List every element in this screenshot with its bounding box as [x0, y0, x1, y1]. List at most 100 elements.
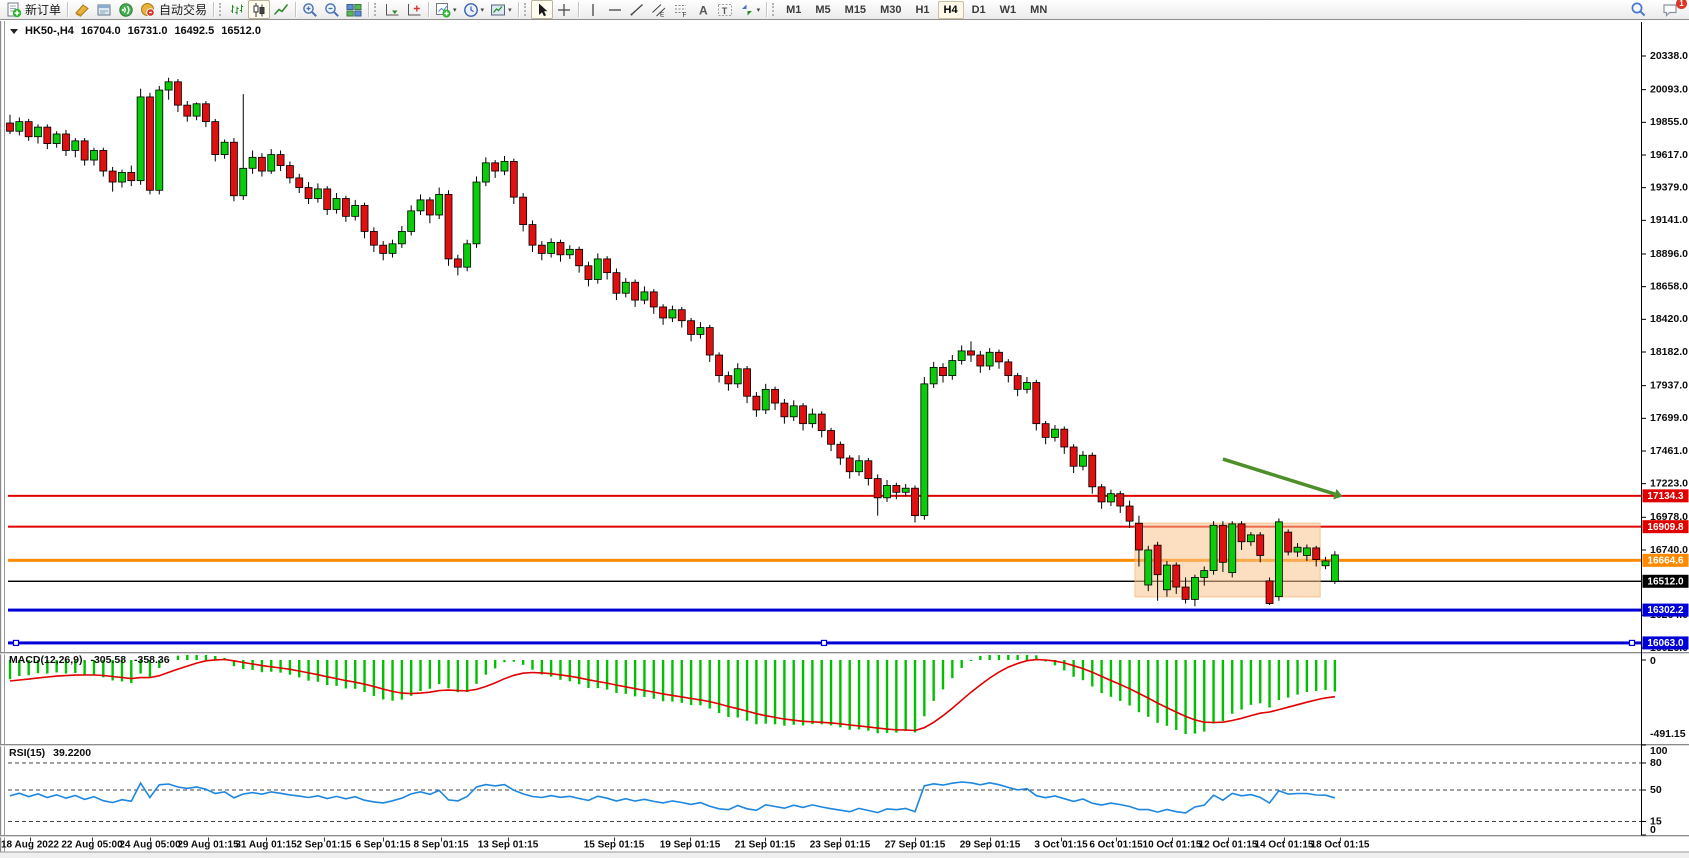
rsi-time-splitter[interactable] — [0, 835, 1689, 836]
timeframe-m15-button[interactable]: M15 — [839, 1, 872, 19]
autotrading-icon — [140, 2, 156, 18]
horizontal-line-button[interactable] — [604, 0, 626, 19]
toolbar-grip[interactable] — [219, 3, 223, 16]
chevron-down-icon[interactable]: ▾ — [453, 6, 457, 14]
fibonacci-button[interactable]: F — [670, 0, 692, 19]
collapse-icon[interactable] — [10, 29, 18, 34]
price-label-17134.3: 17134.3 — [1647, 491, 1684, 502]
horizontal-line-17134.3[interactable] — [8, 495, 1641, 497]
macd-histogram-bar — [1184, 660, 1186, 734]
timeframe-m5-button[interactable]: M5 — [809, 1, 836, 19]
tile-windows-button[interactable] — [343, 0, 365, 19]
toolbar-grip[interactable] — [374, 3, 378, 16]
consolidation-rectangle[interactable] — [1135, 523, 1320, 597]
timeframe-m1-button[interactable]: M1 — [780, 1, 807, 19]
candle — [650, 292, 657, 307]
autotrading-button[interactable]: 自动交易 — [137, 0, 210, 19]
macd-histogram-bar — [1175, 660, 1177, 730]
market-watch-button[interactable] — [71, 0, 93, 19]
chevron-down-icon[interactable]: ▾ — [757, 6, 761, 14]
macd-histogram-bar — [821, 660, 823, 724]
macd-histogram-bar — [597, 660, 599, 688]
timeframe-h1-button[interactable]: H1 — [909, 1, 935, 19]
line-handle[interactable] — [14, 640, 19, 645]
macd-histogram-bar — [438, 660, 440, 684]
macd-histogram-bar — [578, 660, 580, 684]
periods-button[interactable]: ▾ — [460, 0, 488, 19]
horizontal-line-16664.6[interactable] — [8, 559, 1641, 562]
time-label: 22 Aug 05:00 — [61, 840, 123, 851]
crosshair-button[interactable] — [553, 0, 575, 19]
timeframe-w1-button[interactable]: W1 — [994, 1, 1023, 19]
time-label: 8 Sep 01:15 — [413, 840, 468, 851]
price-tick — [1641, 286, 1646, 287]
cursor-button[interactable] — [531, 0, 553, 19]
candle — [184, 105, 191, 116]
timeframe-m30-button[interactable]: M30 — [874, 1, 907, 19]
bar-chart-button[interactable] — [226, 0, 248, 19]
vertical-line-button[interactable] — [582, 0, 604, 19]
candle — [408, 211, 415, 232]
new-order-button[interactable]: 新订单 — [3, 0, 64, 19]
timeframe-d1-button[interactable]: D1 — [966, 1, 992, 19]
macd-histogram-bar — [765, 660, 767, 724]
timeframe-h4-button[interactable]: H4 — [938, 1, 964, 19]
equidistant-channel-button[interactable]: E — [648, 0, 670, 19]
trend-arrow[interactable] — [1223, 459, 1335, 494]
toolbar-grip[interactable] — [524, 3, 528, 16]
zoom-in-button[interactable] — [299, 0, 321, 19]
horizontal-line-16302.2[interactable] — [8, 609, 1641, 612]
macd-histogram-bar — [569, 660, 571, 681]
candle — [893, 485, 900, 492]
macd-histogram-bar — [373, 660, 375, 696]
macd-histogram-bar — [793, 660, 795, 725]
candle — [1023, 382, 1030, 389]
candle — [1247, 535, 1254, 542]
candlestick-chart-button[interactable] — [248, 0, 270, 19]
main-macd-splitter[interactable] — [0, 652, 1689, 653]
horizontal-line-16909.8[interactable] — [8, 526, 1641, 528]
line-chart-button[interactable] — [270, 0, 292, 19]
macd-histogram-bar — [335, 660, 337, 686]
chevron-down-icon[interactable]: ▾ — [481, 6, 485, 14]
signals-button[interactable] — [115, 0, 137, 19]
chart-shift-button[interactable] — [403, 0, 425, 19]
chevron-down-icon[interactable]: ▾ — [508, 6, 512, 14]
data-window-button[interactable] — [93, 0, 115, 19]
candle — [986, 352, 993, 366]
text-label-button[interactable]: T — [714, 0, 736, 19]
candle — [1033, 382, 1040, 423]
candle — [800, 406, 807, 424]
macd-histogram-bar — [1082, 660, 1084, 680]
candle — [72, 141, 79, 151]
price-tick — [1641, 187, 1646, 188]
candle — [193, 104, 200, 116]
candle — [445, 194, 452, 259]
macd-histogram-bar — [970, 660, 972, 661]
indicators-button[interactable]: ▾ — [432, 0, 460, 19]
horizontal-line-16512.0[interactable] — [8, 581, 1641, 582]
arrows-button[interactable]: ▾ — [736, 0, 764, 19]
zoom-out-button[interactable] — [321, 0, 343, 19]
candle — [884, 485, 891, 497]
trendline-button[interactable] — [626, 0, 648, 19]
macd-rsi-splitter[interactable] — [0, 744, 1689, 745]
timeframe-mn-button[interactable]: MN — [1024, 1, 1053, 19]
candle — [510, 161, 517, 197]
templates-button[interactable]: ▾ — [487, 0, 515, 19]
rsi-value: 39.2200 — [53, 747, 91, 759]
toolbar-grip[interactable] — [772, 3, 776, 16]
macd-histogram-bar — [522, 660, 524, 665]
auto-scroll-button[interactable] — [381, 0, 403, 19]
new-order-icon — [6, 2, 22, 18]
candlestick-icon — [251, 2, 267, 18]
chat-button[interactable]: 1 — [1659, 0, 1681, 19]
text-button[interactable]: A — [692, 0, 714, 19]
time-label: 29 Sep 01:15 — [960, 840, 1021, 851]
candle — [156, 90, 163, 190]
line-handle[interactable] — [1630, 640, 1635, 645]
candle — [1079, 455, 1086, 466]
line-handle[interactable] — [822, 640, 827, 645]
search-button[interactable] — [1627, 0, 1649, 19]
horizontal-line-icon — [607, 2, 623, 18]
